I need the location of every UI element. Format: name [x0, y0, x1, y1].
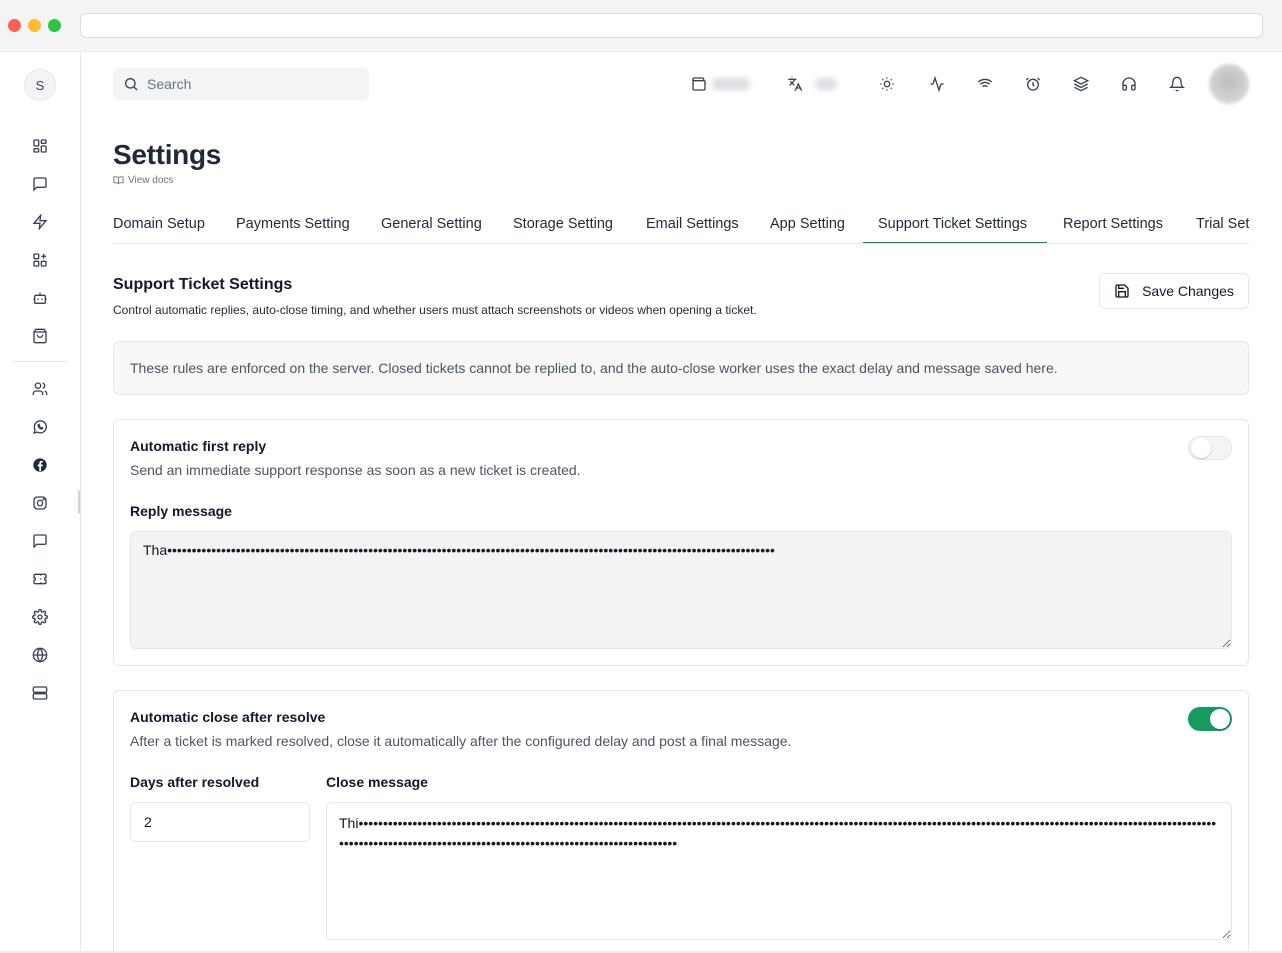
- toggle-knob: [1210, 709, 1230, 729]
- translate-icon[interactable]: [785, 74, 805, 94]
- auto-close-toggle[interactable]: [1188, 707, 1232, 731]
- toggle-knob: [1191, 438, 1211, 458]
- settings-tabs: Domain Setup Payments Setting General Se…: [113, 205, 1249, 244]
- days-after-resolved-input[interactable]: [130, 802, 310, 842]
- user-avatar[interactable]: [1209, 64, 1249, 104]
- save-icon: [1115, 284, 1129, 298]
- minimize-window-dot[interactable]: [28, 19, 41, 32]
- tab-general-setting[interactable]: General Setting: [381, 205, 482, 243]
- active-tab-indicator: [863, 242, 1047, 243]
- tab-support-ticket-settings[interactable]: Support Ticket Settings: [878, 205, 1027, 243]
- section-description: Control automatic replies, auto-close ti…: [113, 303, 757, 317]
- dashboard-icon[interactable]: [30, 136, 50, 156]
- reply-message-textarea[interactable]: Tha•••••••••••••••••••••••••••••••••••••…: [130, 531, 1232, 649]
- shopping-bag-icon[interactable]: [30, 326, 50, 346]
- bell-icon[interactable]: [1167, 74, 1187, 94]
- tab-storage-setting[interactable]: Storage Setting: [513, 205, 613, 243]
- auto-close-description: After a ticket is marked resolved, close…: [130, 733, 792, 749]
- page-title: Settings: [113, 139, 222, 170]
- close-window-dot[interactable]: [8, 19, 21, 32]
- ticket-icon[interactable]: [30, 569, 50, 589]
- server-rules-notice: These rules are enforced on the server. …: [113, 341, 1249, 395]
- auto-close-card: Automatic close after resolve After a ti…: [113, 690, 1249, 953]
- wallet-balance-blurred: [712, 78, 750, 90]
- section-title: Support Ticket Settings: [113, 276, 293, 293]
- activity-icon[interactable]: [927, 74, 947, 94]
- server-icon[interactable]: [30, 683, 50, 703]
- layers-icon[interactable]: [1071, 74, 1091, 94]
- sidebar-scrollbar[interactable]: [78, 490, 80, 514]
- bot-icon[interactable]: [30, 288, 50, 308]
- reply-message-label: Reply message: [130, 503, 232, 519]
- save-changes-button[interactable]: Save Changes: [1099, 273, 1249, 309]
- days-after-resolved-label: Days after resolved: [130, 774, 260, 790]
- tab-report-settings[interactable]: Report Settings: [1063, 205, 1163, 243]
- tab-app-setting[interactable]: App Setting: [770, 205, 845, 243]
- lightning-icon[interactable]: [30, 212, 50, 232]
- auto-reply-card: Automatic first reply Send an immediate …: [113, 419, 1249, 666]
- tab-payments-setting[interactable]: Payments Setting: [236, 205, 350, 243]
- chat-icon[interactable]: [30, 174, 50, 194]
- workspace-avatar[interactable]: S: [24, 69, 56, 101]
- alarm-icon[interactable]: [1023, 74, 1043, 94]
- view-docs-label: View docs: [128, 175, 174, 186]
- globe-icon[interactable]: [30, 645, 50, 665]
- book-open-icon: [113, 176, 124, 185]
- close-message-label: Close message: [326, 774, 428, 790]
- search-icon: [125, 78, 138, 91]
- message-icon[interactable]: [30, 531, 50, 551]
- tab-email-settings[interactable]: Email Settings: [646, 205, 739, 243]
- sidebar-divider: [12, 361, 68, 362]
- wallet-icon[interactable]: [689, 74, 709, 94]
- headset-icon[interactable]: [1119, 74, 1139, 94]
- tab-trial-settings[interactable]: Trial Set: [1196, 205, 1249, 243]
- users-icon[interactable]: [30, 379, 50, 399]
- instagram-icon[interactable]: [30, 493, 50, 513]
- auto-reply-description: Send an immediate support response as so…: [130, 462, 581, 478]
- auto-close-title: Automatic close after resolve: [130, 709, 326, 725]
- view-docs-link[interactable]: View docs: [113, 175, 173, 186]
- whatsapp-icon[interactable]: [30, 417, 50, 437]
- auto-reply-title: Automatic first reply: [130, 438, 267, 454]
- tab-domain-setup[interactable]: Domain Setup: [113, 205, 205, 243]
- address-bar[interactable]: [80, 13, 1263, 38]
- search-box[interactable]: [113, 68, 369, 100]
- save-changes-label: Save Changes: [1142, 283, 1234, 299]
- close-message-textarea[interactable]: Thi•••••••••••••••••••••••••••••••••••••…: [326, 802, 1232, 940]
- search-input[interactable]: [147, 76, 357, 92]
- settings-icon[interactable]: [30, 607, 50, 627]
- facebook-icon[interactable]: [30, 455, 50, 475]
- sidebar: S: [0, 52, 81, 953]
- auto-reply-toggle[interactable]: [1188, 436, 1232, 460]
- apps-add-icon[interactable]: [30, 250, 50, 270]
- wifi-icon[interactable]: [975, 74, 995, 94]
- browser-chrome: [0, 0, 1282, 52]
- sun-icon[interactable]: [877, 74, 897, 94]
- maximize-window-dot[interactable]: [48, 19, 61, 32]
- language-blurred: [815, 78, 837, 90]
